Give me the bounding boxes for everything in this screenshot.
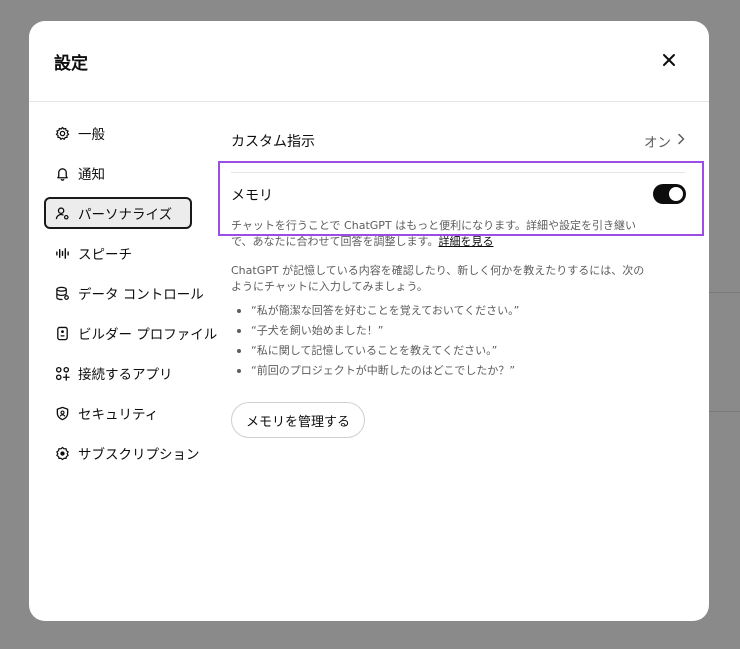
custom-instructions-label: カスタム指示 (231, 134, 315, 150)
sidebar-item-notifications[interactable]: 通知 (44, 157, 192, 189)
memory-toggle[interactable] (653, 184, 686, 204)
dialog-title: 設定 (54, 54, 88, 74)
sidebar-item-label: セキュリティ (78, 407, 159, 423)
list-item: “前回のプロジェクトが中断したのはどこでしたか？” (231, 361, 661, 381)
database-icon (54, 285, 70, 301)
sidebar-item-speech[interactable]: スピーチ (44, 237, 192, 269)
close-icon (662, 52, 676, 71)
shield-icon (54, 405, 70, 421)
user-personalize-icon (54, 205, 70, 221)
sidebar-item-subscription[interactable]: サブスクリプション (44, 437, 200, 469)
settings-dialog: 設定 一般 通知 パーソナライズ スピーチ データ コントロール ビルダー プロ… (29, 21, 709, 621)
gear-icon (54, 125, 70, 141)
dialog-header: 設定 (29, 21, 709, 102)
list-item: “子犬を飼い始めました！” (231, 321, 661, 341)
memory-explanation: ChatGPT が記憶している内容を確認したり、新しく何かを教えたりするには、次… (231, 264, 645, 293)
sidebar-item-label: スピーチ (78, 247, 132, 263)
sidebar-item-builder-profile[interactable]: ビルダー プロファイル (44, 317, 217, 349)
sidebar-item-label: 接続するアプリ (78, 367, 173, 383)
list-item: “私に関して記憶していることを教えてください。” (231, 341, 661, 361)
id-card-icon (54, 325, 70, 341)
sidebar-item-data-controls[interactable]: データ コントロール (44, 277, 204, 309)
subscription-icon (54, 445, 70, 461)
close-button[interactable] (655, 47, 683, 75)
sidebar-item-label: ビルダー プロファイル (78, 327, 218, 343)
sidebar-item-label: 一般 (78, 127, 105, 143)
list-item: “私が簡潔な回答を好むことを覚えておいてください。” (231, 301, 661, 321)
apps-grid-icon (54, 365, 70, 381)
sidebar-item-personalize[interactable]: パーソナライズ (44, 197, 192, 229)
toggle-knob (669, 187, 683, 201)
sidebar-item-general[interactable]: 一般 (44, 117, 192, 149)
custom-instructions-row[interactable]: カスタム指示 オン (231, 129, 685, 153)
waveform-icon (54, 245, 70, 261)
manage-memory-button[interactable]: メモリを管理する (231, 402, 366, 438)
memory-examples-list: “私が簡潔な回答を好むことを覚えておいてください。” “子犬を飼い始めました！”… (231, 301, 661, 381)
bell-icon (54, 165, 70, 181)
chevron-right-icon (677, 133, 685, 149)
sidebar-item-label: サブスクリプション (78, 447, 200, 463)
sidebar-item-label: データ コントロール (78, 287, 204, 303)
sidebar-item-label: パーソナライズ (78, 207, 173, 223)
custom-instructions-status: オン (644, 135, 671, 151)
sidebar-item-label: 通知 (78, 167, 105, 183)
sidebar-item-connected-apps[interactable]: 接続するアプリ (44, 357, 192, 389)
memory-title: メモリ (231, 188, 273, 204)
memory-description: チャットを行うことで ChatGPT はもっと便利になります。詳細や設定を引き継… (231, 219, 637, 248)
settings-sidebar: 一般 通知 パーソナライズ スピーチ データ コントロール ビルダー プロファイ… (44, 117, 217, 477)
learn-more-link[interactable]: 詳細を見る (438, 235, 493, 248)
sidebar-item-security[interactable]: セキュリティ (44, 397, 192, 429)
